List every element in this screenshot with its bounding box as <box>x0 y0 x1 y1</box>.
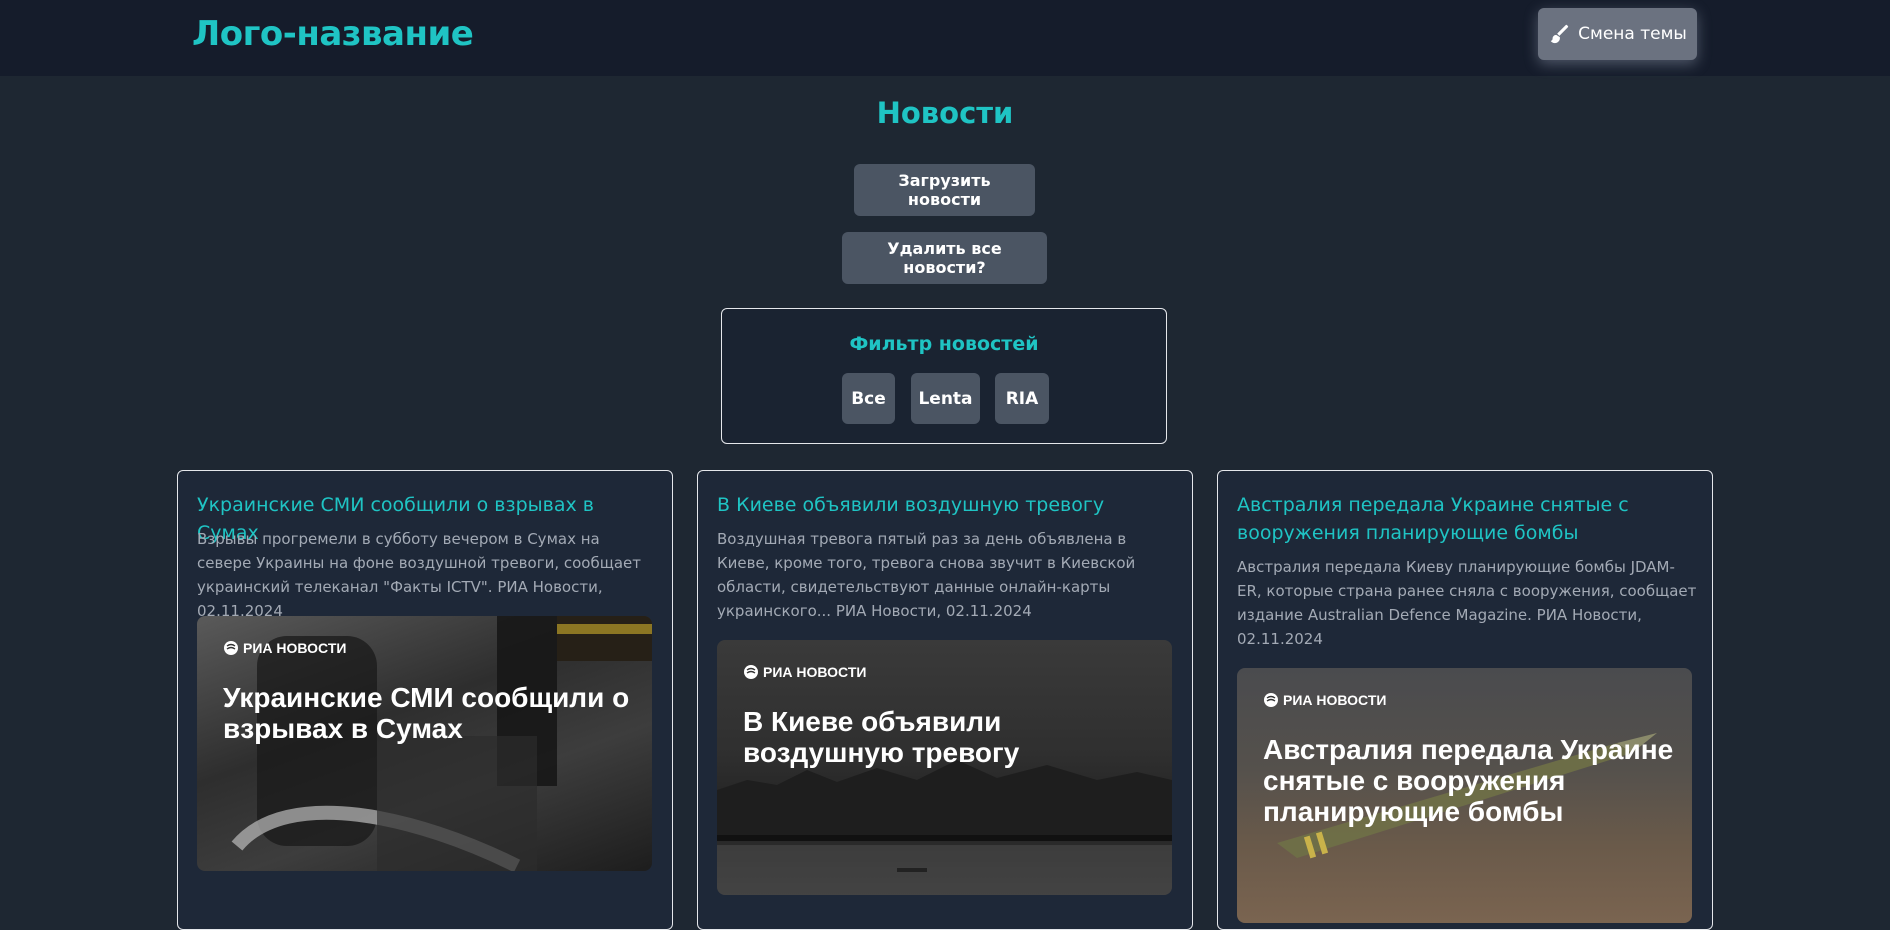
filter-title: Фильтр новостей <box>849 333 1039 355</box>
news-image: РИА НОВОСТИ Украинские СМИ сообщили о вз… <box>197 616 652 871</box>
ria-logo: РИА НОВОСТИ <box>1263 692 1386 708</box>
image-headline: Украинские СМИ сообщили о взрывах в Сума… <box>223 682 630 744</box>
ria-brand: РИА НОВОСТИ <box>763 664 867 680</box>
delete-all-news-button[interactable]: Удалить все новости? <box>842 232 1047 284</box>
ria-brand: РИА НОВОСТИ <box>1283 692 1387 708</box>
ria-brand: РИА НОВОСТИ <box>243 640 347 656</box>
news-card: Украинские СМИ сообщили о взрывах в Сума… <box>177 470 673 930</box>
news-filter-panel: Фильтр новостей Все Lenta RIA <box>721 308 1167 444</box>
news-card: В Киеве объявили воздушную тревогу Возду… <box>697 470 1193 930</box>
page-title: Новости <box>876 96 1014 130</box>
filter-ria-button[interactable]: RIA <box>995 373 1049 424</box>
paint-brush-icon <box>1548 23 1570 45</box>
ria-logo-icon <box>1264 693 1278 707</box>
theme-button-label: Смена темы <box>1578 24 1687 44</box>
ria-logo: РИА НОВОСТИ <box>223 640 346 656</box>
logo-title[interactable]: Лого-название <box>192 14 474 54</box>
news-description: Взрывы прогремели в субботу вечером в Су… <box>197 530 641 620</box>
news-title[interactable]: Австралия передала Украине снятые с воор… <box>1237 491 1697 547</box>
top-bar: Лого-название Смена темы <box>0 0 1890 76</box>
image-headline: Австралия передала Украине снятые с воор… <box>1263 734 1674 827</box>
news-description: Воздушная тревога пятый раз за день объя… <box>717 530 1136 620</box>
filter-all-button[interactable]: Все <box>842 373 895 424</box>
news-description: Австралия передала Киеву планирующие бом… <box>1237 558 1697 648</box>
news-image: РИА НОВОСТИ Австралия передала Украине с… <box>1237 668 1692 923</box>
ria-logo: РИА НОВОСТИ <box>743 664 866 680</box>
load-news-button[interactable]: Загрузить новости <box>854 164 1035 216</box>
news-title[interactable]: В Киеве объявили воздушную тревогу <box>717 491 1177 519</box>
image-headline: В Киеве объявили воздушную тревогу <box>743 706 1020 768</box>
ria-logo-icon <box>744 665 758 679</box>
filter-lenta-button[interactable]: Lenta <box>911 373 980 424</box>
news-image: РИА НОВОСТИ В Киеве объявили воздушную т… <box>717 640 1172 895</box>
ria-logo-icon <box>224 641 238 655</box>
news-card: Австралия передала Украине снятые с воор… <box>1217 470 1713 930</box>
theme-toggle-button[interactable]: Смена темы <box>1538 8 1697 60</box>
